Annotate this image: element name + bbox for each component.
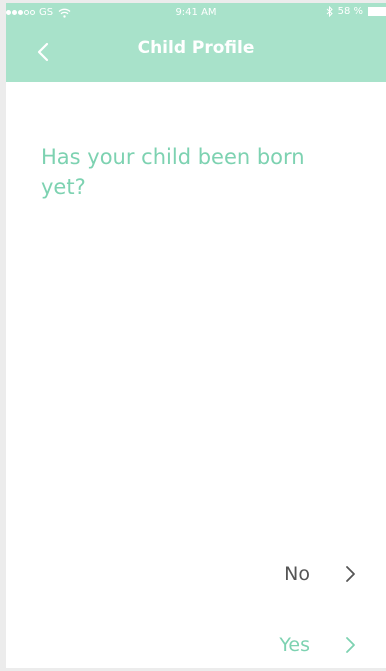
bluetooth-icon bbox=[326, 6, 338, 17]
no-option-button[interactable]: No bbox=[284, 563, 356, 585]
battery-icon bbox=[368, 7, 386, 16]
no-option-label: No bbox=[284, 563, 310, 585]
status-bar: GS 9:41 AM 58 % bbox=[6, 3, 386, 23]
navigation-bar: Child Profile bbox=[6, 23, 386, 82]
header-bar: GS 9:41 AM 58 % Child Profile bbox=[6, 3, 386, 82]
yes-option-button[interactable]: Yes bbox=[279, 634, 356, 656]
app-screen: GS 9:41 AM 58 % Child Profile Has your c… bbox=[6, 3, 386, 668]
battery-percent: 58 % bbox=[337, 6, 363, 17]
question-text: Has your child been born yet? bbox=[41, 145, 305, 199]
status-right: 58 % bbox=[326, 6, 386, 17]
yes-option-label: Yes bbox=[279, 634, 310, 656]
chevron-right-icon bbox=[346, 637, 355, 653]
chevron-right-icon bbox=[346, 566, 355, 582]
page-title: Child Profile bbox=[137, 38, 255, 58]
